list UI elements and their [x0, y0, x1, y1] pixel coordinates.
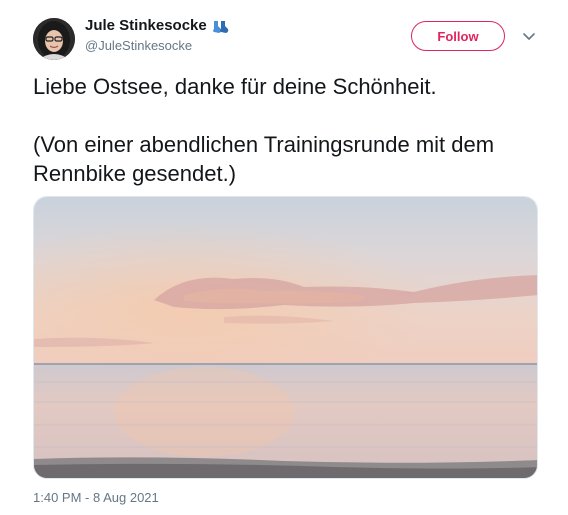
author-name-row: Jule Stinkesocke [85, 17, 229, 35]
display-name[interactable]: Jule Stinkesocke [85, 17, 207, 35]
tweet-photo[interactable] [33, 196, 538, 479]
tweet-timestamp[interactable]: 1:40 PM - 8 Aug 2021 [33, 490, 159, 505]
author-block: Jule Stinkesocke @JuleStinkesocke [85, 17, 229, 54]
avatar[interactable] [33, 18, 75, 60]
sunset-sea-photo [34, 197, 537, 478]
avatar-image [33, 18, 75, 60]
tweet-text-line: Liebe Ostsee, danke für deine Schönheit. [33, 74, 437, 99]
socks-emoji-icon [211, 18, 229, 34]
chevron-down-icon[interactable] [521, 28, 537, 44]
follow-button[interactable]: Follow [411, 21, 505, 51]
tweet-text: Liebe Ostsee, danke für deine Schönheit.… [33, 72, 543, 188]
tweet-text-line: (Von einer abendlichen Trainingsrunde mi… [33, 132, 495, 186]
author-handle[interactable]: @JuleStinkesocke [85, 38, 229, 54]
